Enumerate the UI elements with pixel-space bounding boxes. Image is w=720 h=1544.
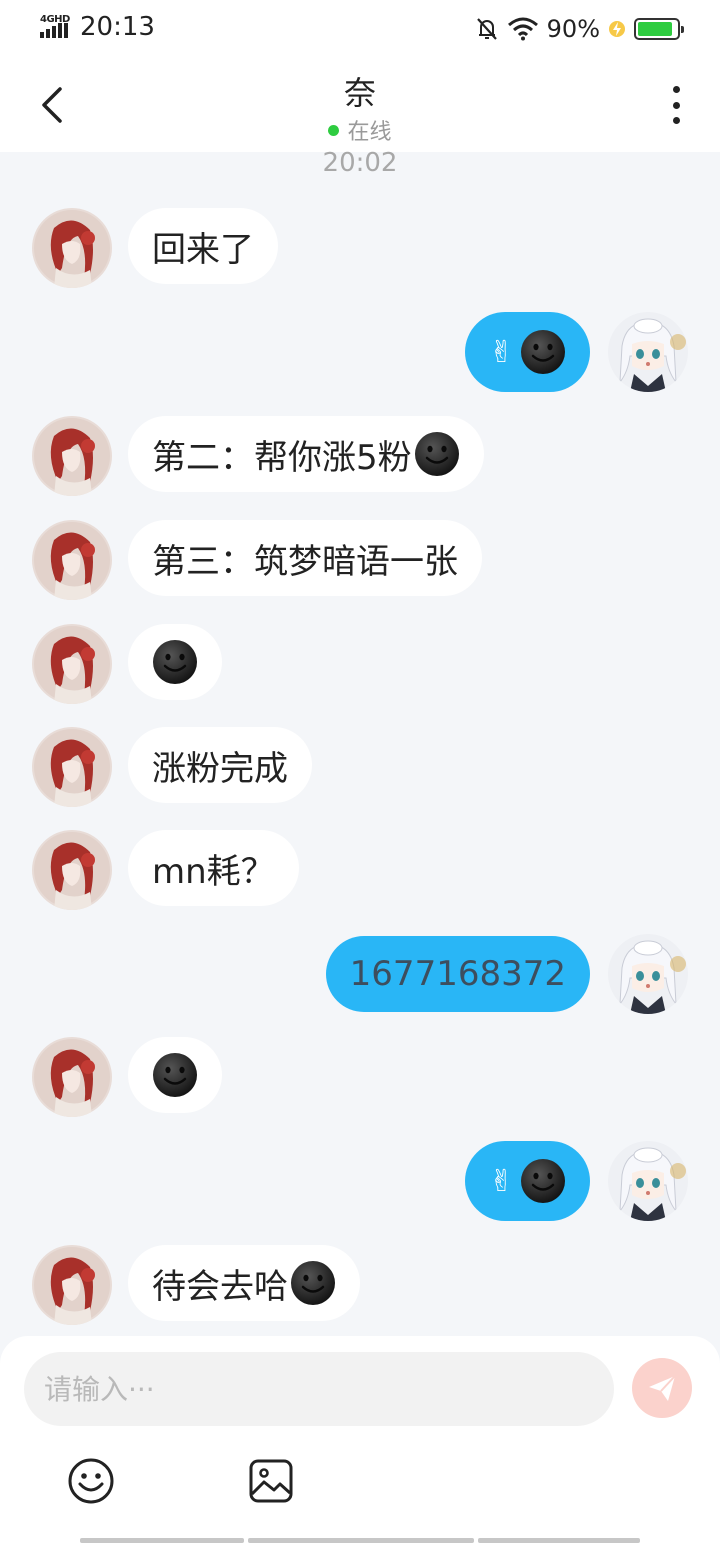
- contact-avatar[interactable]: [32, 624, 112, 704]
- contact-avatar[interactable]: [32, 520, 112, 600]
- message-text: 回来了: [152, 229, 254, 270]
- message-input[interactable]: [24, 1352, 614, 1426]
- nav-bar-right: [478, 1538, 640, 1543]
- contact-avatar[interactable]: [32, 416, 112, 496]
- smiley-emoji-icon: [520, 1158, 566, 1204]
- message-bubble[interactable]: ✌: [464, 1141, 590, 1221]
- message-text: 涨粉完成: [152, 748, 288, 789]
- image-button[interactable]: [246, 1456, 296, 1506]
- incoming-message: [0, 1037, 720, 1117]
- status-time: 20:13: [80, 12, 155, 42]
- message-text: 第三：筑梦暗语一张: [152, 541, 458, 582]
- incoming-message: 回来了: [0, 208, 720, 288]
- smiley-emoji-icon: [152, 639, 198, 685]
- incoming-message: 第二：帮你涨5粉: [0, 416, 720, 496]
- send-button[interactable]: [632, 1358, 692, 1418]
- battery-percent: 90%: [546, 15, 600, 43]
- status-bar: 4GHD 20:13 90%: [0, 0, 720, 56]
- input-bar: [0, 1336, 720, 1544]
- contact-avatar[interactable]: [32, 830, 112, 910]
- message-text: 第二：帮你涨5粉: [152, 437, 412, 478]
- mute-bell-icon: [476, 18, 497, 40]
- smiley-emoji-icon: [290, 1260, 336, 1306]
- message-bubble[interactable]: 第三：筑梦暗语一张: [128, 520, 482, 596]
- smiley-emoji-icon: [414, 431, 460, 477]
- signal-icon: 4GHD: [40, 14, 72, 40]
- message-bubble[interactable]: 涨粉完成: [128, 727, 312, 803]
- online-dot: [328, 124, 340, 136]
- nav-bar-center: [248, 1538, 474, 1543]
- contact-avatar[interactable]: [32, 1037, 112, 1117]
- my-avatar[interactable]: [608, 1141, 688, 1221]
- contact-avatar[interactable]: [32, 208, 112, 288]
- outgoing-message: ✌: [0, 1141, 720, 1221]
- my-avatar[interactable]: [608, 312, 688, 392]
- more-options-button[interactable]: [664, 86, 688, 124]
- message-bubble[interactable]: 回来了: [128, 208, 278, 284]
- charging-icon: [609, 21, 625, 37]
- smiley-emoji-icon: [520, 329, 566, 375]
- online-status: 在线: [0, 114, 720, 146]
- incoming-message: 涨粉完成: [0, 727, 720, 807]
- smiley-emoji-icon: [152, 1052, 198, 1098]
- outgoing-message: ✌: [0, 312, 720, 392]
- message-bubble[interactable]: 第二：帮你涨5粉: [128, 416, 484, 492]
- incoming-message: mn耗？: [0, 830, 720, 910]
- contact-avatar[interactable]: [32, 727, 112, 807]
- incoming-message: 待会去哈: [0, 1245, 720, 1325]
- message-bubble[interactable]: [128, 1037, 222, 1113]
- victory-hand-emoji: ✌: [488, 334, 514, 370]
- message-bubble[interactable]: [128, 624, 222, 700]
- contact-avatar[interactable]: [32, 1245, 112, 1325]
- outgoing-message: 1677168372: [0, 934, 720, 1014]
- contact-name: 奈: [343, 74, 376, 112]
- more-vertical-icon: [672, 86, 680, 93]
- battery-icon: [634, 18, 684, 40]
- incoming-message: 第三：筑梦暗语一张: [0, 520, 720, 600]
- message-text: 待会去哈: [152, 1266, 288, 1307]
- paper-plane-icon: [649, 1375, 676, 1401]
- incoming-message: [0, 624, 720, 704]
- victory-hand-emoji: ✌: [488, 1163, 514, 1199]
- message-text: mn耗？: [152, 851, 275, 892]
- wifi-icon: [507, 17, 538, 41]
- message-bubble[interactable]: mn耗？: [128, 830, 299, 906]
- online-status-label: 在线: [347, 120, 392, 145]
- message-bubble[interactable]: ✌: [464, 312, 590, 392]
- message-timestamp: 20:02: [322, 148, 398, 178]
- message-bubble[interactable]: 1677168372: [325, 936, 590, 1012]
- smiley-icon: [68, 1458, 114, 1504]
- message-text: 1677168372: [349, 954, 566, 994]
- message-bubble[interactable]: 待会去哈: [128, 1245, 360, 1321]
- image-icon: [249, 1459, 293, 1503]
- emoji-button[interactable]: [66, 1456, 116, 1506]
- my-avatar[interactable]: [608, 934, 688, 1014]
- chat-header: 奈 在线: [0, 56, 720, 152]
- nav-bar-left: [80, 1538, 244, 1543]
